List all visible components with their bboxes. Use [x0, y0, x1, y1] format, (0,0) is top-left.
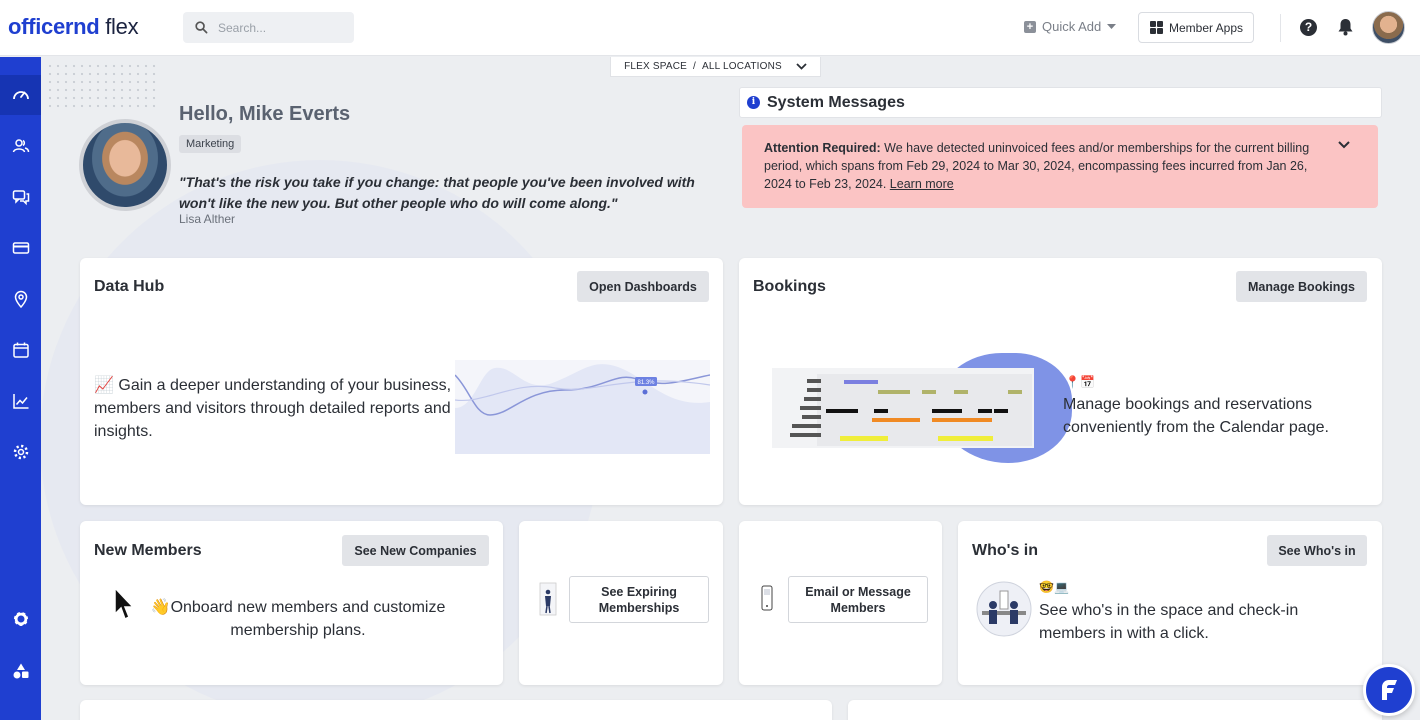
office-people-illustration — [976, 581, 1032, 637]
manage-bookings-button[interactable]: Manage Bookings — [1236, 271, 1367, 302]
daily-quote: "That's the risk you take if you change:… — [179, 174, 695, 211]
plus-icon: + — [1024, 20, 1036, 33]
new-members-card: New Members See New Companies 👋Onboard n… — [80, 521, 503, 685]
sidebar-item-dashboard[interactable] — [0, 75, 41, 115]
sidebar-item-members[interactable] — [0, 126, 41, 166]
sidebar-item-locations[interactable] — [0, 279, 41, 319]
speedometer-icon — [12, 91, 29, 100]
new-members-description: 👋Onboard new members and customize membe… — [150, 597, 446, 639]
sidebar-item-settings[interactable] — [0, 432, 41, 472]
member-apps-button[interactable]: Member Apps — [1138, 12, 1254, 43]
person-illustration — [539, 582, 557, 616]
calendar-icon — [12, 342, 29, 358]
card-title: Data Hub — [94, 278, 165, 295]
help-icon[interactable]: ? — [1300, 19, 1317, 36]
sidebar-item-calendar[interactable] — [0, 330, 41, 370]
card-title: Bookings — [753, 278, 826, 295]
location-selector[interactable]: FLEX SPACE / ALL LOCATIONS — [610, 57, 821, 77]
search-icon — [195, 21, 208, 34]
dot-pattern — [46, 62, 156, 112]
search-input[interactable] — [218, 20, 348, 35]
pin-calendar-emoji: 📍📅 — [1065, 375, 1095, 389]
learn-more-link[interactable]: Learn more — [890, 177, 954, 191]
top-bar: officernd flex + Quick Add Member Apps ? — [0, 0, 1420, 56]
sidebar-item-messages[interactable] — [0, 177, 41, 217]
system-messages-header: i System Messages — [739, 87, 1382, 118]
chevron-down-icon[interactable] — [1338, 141, 1350, 149]
sidebar-item-help[interactable] — [0, 599, 41, 639]
lifebuoy-icon — [12, 611, 29, 627]
user-avatar[interactable] — [1372, 11, 1405, 44]
card-title: Who's in — [972, 542, 1039, 559]
info-icon: i — [747, 96, 760, 109]
sidebar-item-billing[interactable] — [0, 228, 41, 268]
bell-icon[interactable] — [1337, 18, 1354, 36]
credit-card-icon — [12, 242, 29, 254]
phone-illustration — [761, 585, 773, 611]
chevron-down-icon — [796, 63, 807, 70]
whos-in-description: See who's in the space and check-in memb… — [1039, 602, 1299, 642]
bottom-card-left — [80, 700, 832, 720]
see-whos-in-button[interactable]: See Who's in — [1267, 535, 1367, 566]
email-members-card: Email or Message Members — [739, 521, 942, 685]
chat-icon — [12, 190, 29, 206]
email-or-message-members-button[interactable]: Email or Message Members — [788, 576, 928, 623]
map-pin-icon — [14, 290, 27, 308]
sidebar — [0, 57, 41, 720]
sidebar-item-integrations[interactable] — [0, 651, 41, 691]
logo[interactable]: officernd flex — [8, 14, 139, 40]
profile-photo — [79, 119, 171, 211]
whos-in-card: Who's in See Who's in 🤓💻 See who's in th… — [958, 521, 1382, 685]
data-hub-card: Data Hub Open Dashboards 📈 Gain a deeper… — [80, 258, 723, 505]
card-title: New Members — [94, 542, 202, 559]
mouse-cursor-icon — [114, 587, 135, 621]
expiring-memberships-card: See Expiring Memberships — [519, 521, 723, 685]
see-expiring-memberships-button[interactable]: See Expiring Memberships — [569, 576, 709, 623]
see-new-companies-button[interactable]: See New Companies — [342, 535, 489, 566]
users-icon — [12, 139, 29, 153]
sidebar-item-analytics[interactable] — [0, 381, 41, 421]
analytics-chart-illustration: 81.3% — [455, 360, 710, 454]
divider — [1280, 14, 1281, 42]
search-box[interactable] — [183, 12, 354, 43]
gear-icon — [13, 444, 28, 460]
department-badge: Marketing — [179, 135, 242, 153]
calendar-schedule-illustration — [772, 368, 1034, 448]
quick-add-button[interactable]: + Quick Add — [1024, 19, 1117, 34]
line-chart-icon — [12, 394, 28, 409]
greeting-title: Hello, Mike Everts — [179, 103, 351, 125]
data-hub-description: 📈 Gain a deeper understanding of your bu… — [94, 375, 452, 440]
apps-grid-icon — [1150, 21, 1163, 34]
shapes-icon — [13, 663, 28, 679]
chat-support-button[interactable] — [1363, 664, 1415, 716]
nerd-laptop-emoji: 🤓💻 — [1039, 580, 1069, 594]
bookings-description: Manage bookings and reservations conveni… — [1063, 396, 1329, 436]
bottom-card-right — [848, 700, 1382, 720]
caret-down-icon — [1107, 23, 1117, 29]
billing-alert[interactable]: Attention Required: We have detected uni… — [742, 125, 1378, 208]
officernd-flex-logo-icon — [1382, 680, 1397, 700]
bookings-card: Bookings Manage Bookings 📍📅 Manage booki… — [739, 258, 1382, 505]
chart-badge-label: 81.3% — [637, 380, 655, 386]
quote-author: Lisa Alther — [179, 212, 236, 226]
open-dashboards-button[interactable]: Open Dashboards — [577, 271, 709, 302]
